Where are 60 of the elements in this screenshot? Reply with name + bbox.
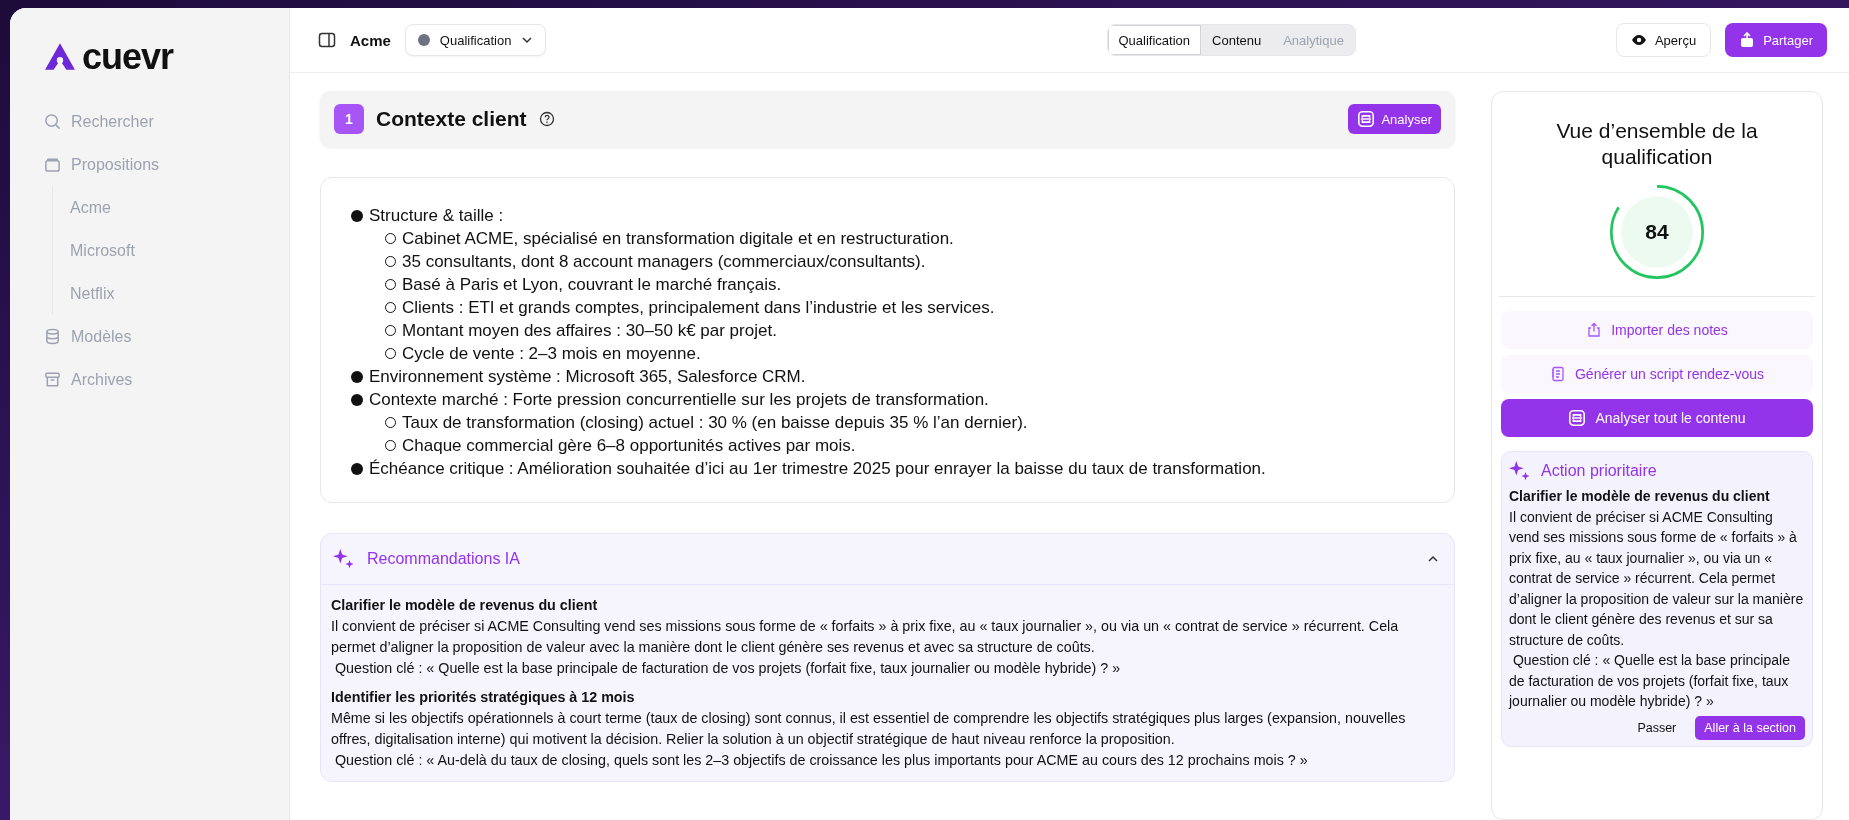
- context-line: Chaque commercial gère 6–8 opportunités actives par mois.: [402, 435, 856, 457]
- bullet-icon: [351, 462, 363, 475]
- context-line: Clients : ETI et grands comptes, principalement dans l’industrie et les services.: [402, 297, 995, 319]
- priority-title: Action prioritaire: [1541, 460, 1657, 481]
- context-line: Environnement système : Microsoft 365, Salesforce CRM.: [369, 366, 806, 388]
- score-value: 84: [1644, 220, 1670, 244]
- logo-icon: [44, 42, 76, 72]
- database-icon: [44, 328, 61, 345]
- tab[interactable]: Qualification: [1107, 25, 1202, 55]
- context-line: Contexte marché : Forte pression concurrentielle sur les projets de transformation.: [369, 389, 989, 411]
- context-line: Structure & taille :: [369, 205, 504, 227]
- skip-button[interactable]: Passer: [1628, 715, 1686, 740]
- help-icon[interactable]: [538, 111, 555, 127]
- archive-icon: [44, 371, 61, 388]
- key-question: Question clé : « Au-delà du taux de closing, quels sont les 2–3 objectifs de croissance les plus importants pour ACME au cours des 12 prochains mois ? »: [334, 751, 1309, 770]
- context-line: Taux de transformation (closing) actuel : 30 % (en baisse depuis 35 % l’an dernier).: [402, 412, 1028, 434]
- context-line: Basé à Paris et Lyon, couvrant le marché français.: [402, 274, 782, 296]
- overview-title: Vue d’ensemble de la qualification: [1555, 118, 1759, 170]
- share-button[interactable]: Partager: [1725, 23, 1827, 57]
- upload-icon: [1586, 322, 1603, 338]
- key-question: Question clé : « Quelle est la base principale de facturation de vos projets (forfait fixe, taux journalier ou modèle hybride) ? »: [1509, 651, 1791, 711]
- analyze-button[interactable]: Analyser: [1348, 104, 1441, 134]
- priority-heading: Clarifier le modèle de revenus du client: [1509, 487, 1771, 506]
- breadcrumb: Acme: [350, 31, 391, 49]
- context-line: Échéance critique : Amélioration souhaitée d’ici au 1er trimestre 2025 pour enrayer la baisse du taux de transformation.: [369, 458, 1266, 480]
- recommendation-text: Il convient de préciser si ACME Consulting vend ses missions sous forme de « forfaits » à prix fixe, au « taux journalier », ou via un « contrat de service » récurrent. Cela permet d’aligner la proposition de valeur avec la manière dont le client génère ses revenus et avec sa structure de coûts.: [331, 617, 1400, 657]
- eye-icon: [1630, 32, 1647, 48]
- priority-text: Il convient de préciser si ACME Consulting vend ses missions sous forme de « forfaits » à prix fixe, au « taux journalier », ou via un « contrat de service » récurrent. Cela permet d’aligner la proposition de valeur sur la manière dont le client génère des revenus et sur sa structure de coûts.: [1509, 507, 1805, 650]
- notebook-icon: [1549, 366, 1566, 382]
- sparkle-icon: [1509, 460, 1531, 482]
- share-icon: [1739, 32, 1756, 48]
- tab[interactable]: Contenu: [1201, 25, 1273, 55]
- context-line: Cabinet ACME, spécialisé en transformation digitale et en restructuration.: [402, 228, 954, 250]
- recommendation-text: Même si les objectifs opérationnels à court terme (taux de closing) sont connus, il est essentiel de comprendre les objectifs stratégiques plus larges (expansion, nouvelles offres, digitalisation interne) qui motivent la décision. Relier la solution à un objectif stratégique de haut niveau renforce la proposition.: [331, 709, 1407, 749]
- analyze-all-button[interactable]: Analyser tout le contenu: [1501, 399, 1813, 437]
- section-title: Contexte client: [376, 107, 527, 131]
- recommendation-title: Identifier les priorités stratégiques à 12 mois: [331, 688, 636, 707]
- sidebar-toggle-icon[interactable]: [318, 31, 336, 49]
- section-number: 1: [334, 104, 364, 134]
- bullet-icon: [351, 370, 363, 383]
- search-icon: [44, 113, 61, 130]
- stack-icon: [44, 156, 61, 173]
- sparkle-icon: [333, 548, 355, 570]
- context-line: Cycle de vente : 2–3 mois en moyenne.: [402, 343, 701, 365]
- scan-icon: [1568, 409, 1587, 427]
- preview-button[interactable]: Aperçu: [1615, 23, 1712, 57]
- chevron-down-icon: [521, 34, 534, 46]
- bullet-icon: [351, 393, 363, 406]
- recommendations-title: Recommandations IA: [367, 550, 520, 568]
- recommendation-title: Clarifier le modèle de revenus du client: [331, 596, 599, 615]
- context-line: 35 consultants, dont 8 account managers (commerciaux/consultants).: [402, 251, 926, 273]
- import-notes-button[interactable]: Importer des notes: [1501, 311, 1813, 349]
- context-line: Montant moyen des affaires : 30–50 k€ par projet.: [402, 320, 777, 342]
- generate-script-button[interactable]: Générer un script rendez-vous: [1501, 355, 1813, 393]
- logo-text: cuevr: [82, 36, 174, 78]
- stage-dropdown[interactable]: Qualification: [404, 24, 547, 56]
- scan-icon: [1357, 110, 1376, 128]
- go-to-section-button[interactable]: Aller à la section: [1695, 715, 1805, 740]
- bullet-icon: [351, 209, 363, 222]
- key-question: Question clé : « Quelle est la base principale de facturation de vos projets (forfait fixe, taux journalier ou modèle hybride) ? »: [334, 659, 1122, 678]
